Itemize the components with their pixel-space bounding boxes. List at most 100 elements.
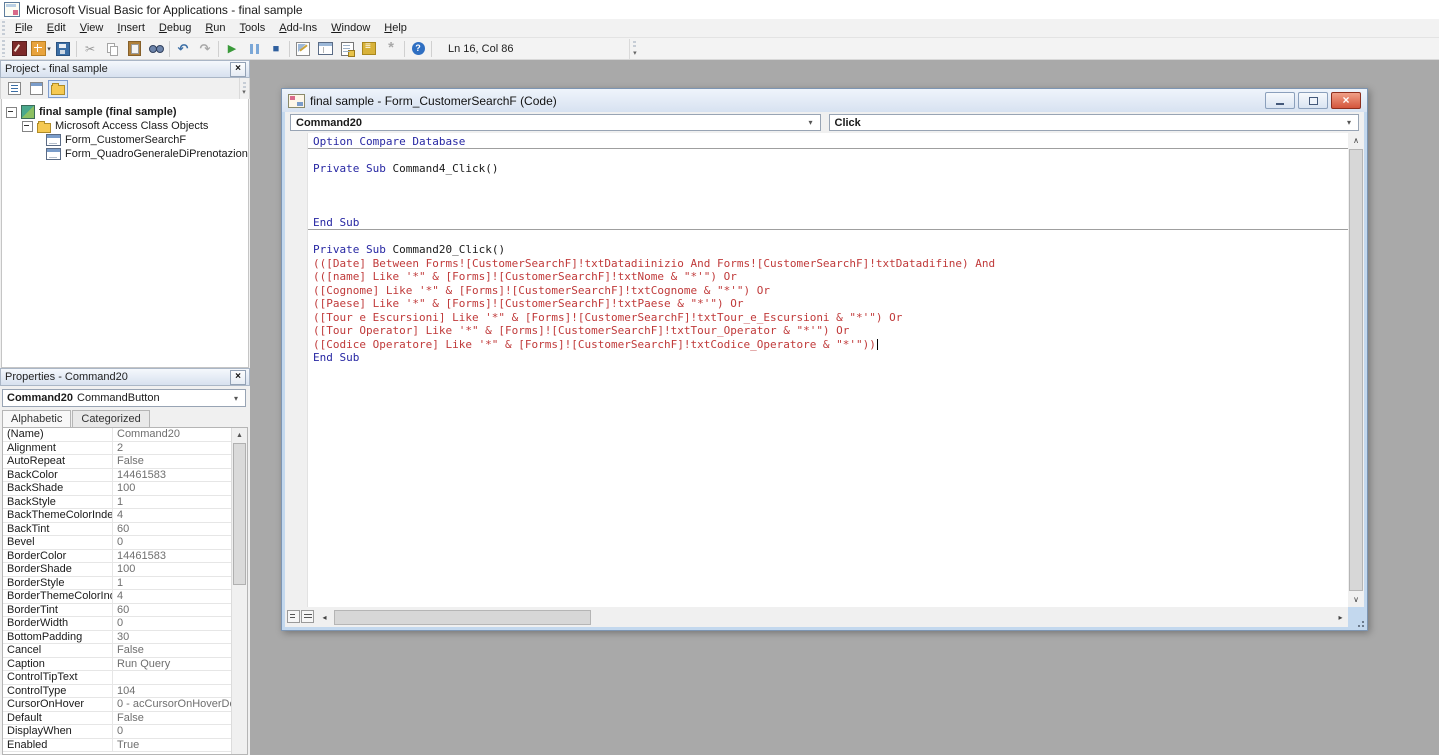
find-button[interactable] — [145, 39, 167, 59]
property-value[interactable]: 4 — [113, 590, 232, 603]
property-row[interactable]: Cancel False — [3, 644, 232, 658]
property-row[interactable]: Alignment 2 — [3, 441, 232, 455]
property-row[interactable]: BottomPadding 30 — [3, 630, 232, 644]
property-row[interactable]: BorderStyle 1 — [3, 576, 232, 590]
property-row[interactable]: Default False — [3, 711, 232, 725]
project-toolbar-overflow-icon[interactable] — [239, 78, 248, 99]
run-button[interactable] — [221, 39, 243, 59]
menu-item-debug[interactable]: Debug — [152, 20, 198, 36]
property-row[interactable]: BackStyle 1 — [3, 495, 232, 509]
properties-window-button[interactable] — [336, 39, 358, 59]
property-value[interactable]: True — [113, 739, 232, 752]
cut-button[interactable] — [79, 39, 101, 59]
property-value[interactable]: 30 — [113, 631, 232, 644]
event-dropdown[interactable]: Click ▾ — [828, 114, 1359, 131]
property-value[interactable]: 0 - acCursorOnHoverDefau — [113, 698, 232, 711]
menu-item-edit[interactable]: Edit — [40, 20, 73, 36]
property-row[interactable]: BackColor 14461583 — [3, 468, 232, 482]
property-value[interactable]: False — [113, 644, 232, 657]
help-button[interactable] — [407, 39, 429, 59]
scroll-up-icon[interactable]: ▲ — [232, 428, 247, 443]
scroll-left-icon[interactable]: ◂ — [317, 609, 332, 625]
object-selector-combo[interactable]: Command20 CommandButton ▾ — [2, 389, 246, 407]
save-button[interactable] — [52, 39, 74, 59]
project-panel-close-icon[interactable]: × — [230, 61, 246, 77]
paste-button[interactable] — [123, 39, 145, 59]
break-button[interactable] — [243, 39, 265, 59]
view-code-button[interactable] — [4, 80, 24, 98]
undo-button[interactable] — [172, 39, 194, 59]
toolbar-overflow-icon[interactable] — [629, 38, 639, 59]
property-value[interactable]: 0 — [113, 617, 232, 630]
object-dropdown[interactable]: Command20 ▾ — [290, 114, 821, 131]
toolbar-drag-handle-icon[interactable] — [2, 40, 5, 57]
property-row[interactable]: CursorOnHover0 - acCursorOnHoverDefau — [3, 698, 232, 712]
scroll-down-icon[interactable]: ∨ — [1348, 592, 1364, 607]
tab-categorized[interactable]: Categorized — [72, 410, 150, 427]
property-value[interactable]: 104 — [113, 685, 232, 698]
property-row[interactable]: ControlType 104 — [3, 684, 232, 698]
property-row[interactable]: DisplayWhen 0 — [3, 725, 232, 739]
menu-item-window[interactable]: Window — [324, 20, 377, 36]
toolbox-button[interactable] — [380, 39, 402, 59]
property-value[interactable] — [113, 671, 232, 684]
view-access-button[interactable] — [8, 39, 30, 59]
scrollbar-thumb[interactable] — [1349, 149, 1363, 591]
property-row[interactable]: BackThemeColorIndex 4 — [3, 509, 232, 523]
code-window-title-bar[interactable]: final sample - Form_CustomerSearchF (Cod… — [282, 89, 1367, 112]
close-button[interactable] — [1331, 92, 1361, 109]
property-value[interactable]: 14461583 — [113, 469, 232, 482]
scrollbar-thumb[interactable] — [233, 443, 246, 585]
property-row[interactable]: BorderTint 60 — [3, 603, 232, 617]
property-value[interactable]: 1 — [113, 577, 232, 590]
full-module-view-button[interactable] — [301, 610, 314, 623]
tree-item[interactable]: Microsoft Access Class Objects — [2, 119, 248, 133]
property-value[interactable]: 1 — [113, 496, 232, 509]
property-row[interactable]: BackTint 60 — [3, 522, 232, 536]
menu-item-run[interactable]: Run — [198, 20, 232, 36]
scrollbar-thumb[interactable] — [334, 610, 591, 625]
vertical-scrollbar[interactable]: ∧ ∨ — [1348, 133, 1364, 607]
menu-drag-handle-icon[interactable] — [2, 20, 5, 36]
copy-button[interactable] — [101, 39, 123, 59]
tree-item[interactable]: Form_CustomerSearchF — [2, 133, 248, 147]
resize-grip-icon[interactable] — [1353, 616, 1365, 628]
property-value[interactable]: 60 — [113, 523, 232, 536]
property-value[interactable]: 100 — [113, 482, 232, 495]
property-value[interactable]: False — [113, 455, 232, 468]
scroll-up-icon[interactable]: ∧ — [1348, 133, 1364, 148]
property-row[interactable]: BorderThemeColorIndex4 — [3, 590, 232, 604]
property-row[interactable]: BackShade 100 — [3, 482, 232, 496]
horizontal-scrollbar[interactable]: ◂ ▸ — [317, 609, 1348, 625]
tree-item[interactable]: Form_QuadroGeneraleDiPrenotazioneF — [2, 147, 248, 161]
view-object-button[interactable] — [26, 80, 46, 98]
menu-item-file[interactable]: File — [8, 20, 40, 36]
property-value[interactable]: 0 — [113, 725, 232, 738]
menu-item-tools[interactable]: Tools — [233, 20, 273, 36]
tree-item[interactable]: final sample (final sample) — [2, 105, 248, 119]
property-value[interactable]: 60 — [113, 604, 232, 617]
redo-button[interactable] — [194, 39, 216, 59]
property-row[interactable]: ControlTipText — [3, 671, 232, 685]
insert-object-button[interactable]: ▾ — [30, 39, 52, 59]
property-value[interactable]: 4 — [113, 509, 232, 522]
code-editor[interactable]: Option Compare Database Private Sub Comma… — [285, 133, 1348, 607]
property-row[interactable]: AutoRepeat False — [3, 455, 232, 469]
toggle-folders-button[interactable] — [48, 79, 68, 98]
property-row[interactable]: (Name) Command20 — [3, 428, 232, 442]
design-mode-button[interactable] — [292, 39, 314, 59]
property-row[interactable]: Caption Run Query — [3, 657, 232, 671]
property-row[interactable]: BorderWidth 0 — [3, 617, 232, 631]
collapse-icon[interactable] — [6, 106, 17, 118]
reset-button[interactable] — [265, 39, 287, 59]
object-browser-button[interactable] — [358, 39, 380, 59]
menu-item-help[interactable]: Help — [377, 20, 414, 36]
property-value[interactable]: 2 — [113, 442, 232, 455]
menu-item-view[interactable]: View — [73, 20, 111, 36]
property-grid-scrollbar[interactable]: ▲ — [231, 428, 247, 754]
property-row[interactable]: BorderShade 100 — [3, 563, 232, 577]
properties-panel-close-icon[interactable]: × — [230, 369, 246, 385]
collapse-icon[interactable] — [22, 120, 33, 132]
project-explorer-button[interactable] — [314, 39, 336, 59]
property-row[interactable]: Enabled True — [3, 738, 232, 752]
